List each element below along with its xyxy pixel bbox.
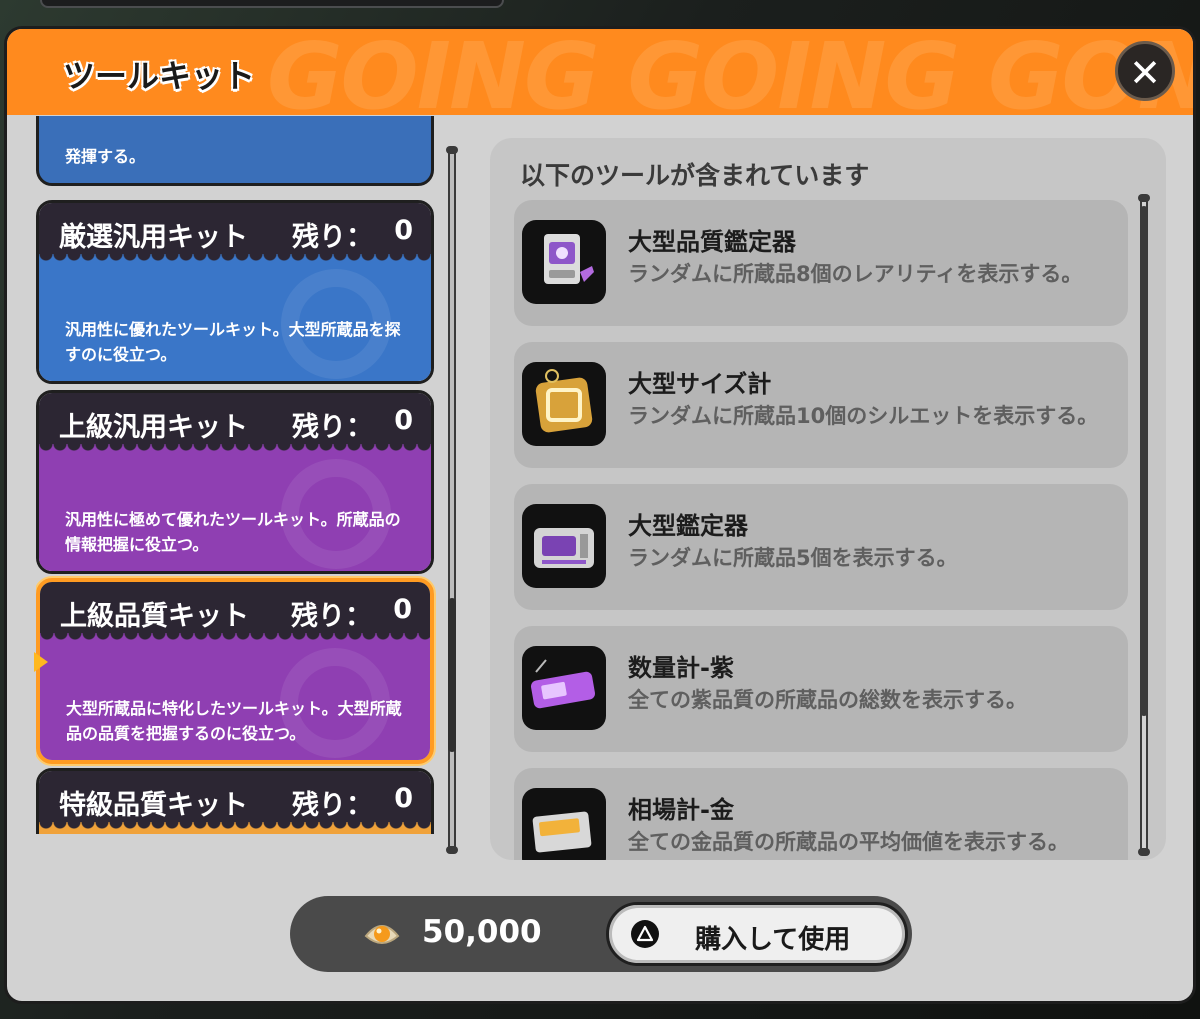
scroll-cap-icon xyxy=(446,846,458,854)
remaining-count: 0 xyxy=(394,215,413,246)
tool-name: 大型品質鑑定器 xyxy=(628,228,796,256)
selection-arrow-icon xyxy=(34,652,48,672)
remaining-label: 残り： xyxy=(292,412,373,443)
pearl-icon xyxy=(362,916,402,952)
triangle-button-icon xyxy=(631,920,659,948)
kit-desc: 大型所蔵品に特化したツールキット。大型所蔵品の品質を把握するのに役立つ。 xyxy=(66,699,402,743)
tool-name: 相場計-金 xyxy=(628,796,734,824)
kit-list-scrollbar[interactable] xyxy=(448,148,456,854)
kit-card-header: 上級品質キット 残り： 0 xyxy=(40,582,430,640)
remaining-label: 残り： xyxy=(292,222,373,253)
scroll-cap-icon xyxy=(446,146,458,154)
background-panel xyxy=(40,0,504,8)
kit-desc: 発揮する。 xyxy=(65,147,146,166)
remaining-count: 0 xyxy=(393,594,412,625)
remaining-count: 0 xyxy=(394,405,413,436)
tool-desc: ランダムに所蔵品5個を表示する。 xyxy=(628,546,958,570)
kit-card[interactable]: 上級汎用キット 残り： 0 汎用性に極めて優れたツールキット。所蔵品の情報把握に… xyxy=(36,390,434,574)
kit-desc: 汎用性に優れたツールキット。大型所蔵品を探すのに役立つ。 xyxy=(65,320,401,364)
kit-card[interactable]: 特級品質キット 残り： 0 xyxy=(36,768,434,834)
kit-card-partial[interactable]: 発揮する。 xyxy=(36,116,434,186)
close-button[interactable]: ✕ xyxy=(1115,41,1175,101)
quality-appraiser-icon xyxy=(522,220,606,304)
purchase-bar: 50,000 購入して使用 xyxy=(290,896,912,972)
tool-name: 数量計-紫 xyxy=(628,654,734,682)
kit-card-body: 汎用性に優れたツールキット。大型所蔵品を探すのに役立つ。 xyxy=(39,254,431,381)
tool-item: 大型サイズ計 ランダムに所蔵品10個のシルエットを表示する。 xyxy=(514,342,1128,468)
buy-and-use-button[interactable]: 購入して使用 xyxy=(606,902,908,966)
modal-title: ツールキット xyxy=(63,57,256,95)
kit-card-header: 特級品質キット 残り： 0 xyxy=(39,771,431,829)
kit-card-header: 上級汎用キット 残り： 0 xyxy=(39,393,431,451)
tool-desc: 全ての金品質の所蔵品の平均価値を表示する。 xyxy=(628,830,1069,854)
tool-panel: 以下のツールが含まれています 大型品質鑑定器 ランダムに所蔵品8個のレアリティを… xyxy=(490,138,1166,860)
tool-item: 数量計-紫 全ての紫品質の所蔵品の総数を表示する。 xyxy=(514,626,1128,752)
tool-panel-heading: 以下のツールが含まれています xyxy=(520,161,870,190)
scroll-cap-icon xyxy=(1138,848,1150,856)
tool-desc: ランダムに所蔵品8個のレアリティを表示する。 xyxy=(628,262,1083,286)
price-value: 50,000 xyxy=(422,914,542,950)
purple-counter-icon xyxy=(522,646,606,730)
remaining-label: 残り： xyxy=(291,601,372,632)
tool-item: 大型鑑定器 ランダムに所蔵品5個を表示する。 xyxy=(514,484,1128,610)
kit-card-body: 大型所蔵品に特化したツールキット。大型所蔵品の品質を把握するのに役立つ。 xyxy=(40,633,430,760)
kit-card[interactable]: 厳選汎用キット 残り： 0 汎用性に優れたツールキット。大型所蔵品を探すのに役立… xyxy=(36,200,434,384)
tool-name: 大型サイズ計 xyxy=(628,370,772,398)
tool-desc: ランダムに所蔵品10個のシルエットを表示する。 xyxy=(628,404,1099,428)
kit-card-body: 汎用性に極めて優れたツールキット。所蔵品の情報把握に役立つ。 xyxy=(39,444,431,571)
kit-card-header: 厳選汎用キット 残り： 0 xyxy=(39,203,431,261)
tool-item: 大型品質鑑定器 ランダムに所蔵品8個のレアリティを表示する。 xyxy=(514,200,1128,326)
remaining-count: 0 xyxy=(394,783,413,814)
scroll-cap-icon xyxy=(1138,194,1150,202)
remaining-label: 残り： xyxy=(292,790,373,821)
gold-price-meter-icon xyxy=(522,788,606,860)
header-watermark: GOING GOING GONE xyxy=(267,29,1193,115)
tool-list-scrollbar[interactable] xyxy=(1140,196,1148,856)
appraiser-icon xyxy=(522,504,606,588)
tool-desc: 全ての紫品質の所蔵品の総数を表示する。 xyxy=(628,688,1027,712)
kit-name: 上級品質キット xyxy=(60,601,249,632)
scroll-thumb[interactable] xyxy=(448,598,456,752)
kit-name: 厳選汎用キット xyxy=(59,222,248,253)
scroll-thumb[interactable] xyxy=(1140,206,1148,716)
kit-name: 上級汎用キット xyxy=(59,412,248,443)
kit-card-selected[interactable]: 上級品質キット 残り： 0 大型所蔵品に特化したツールキット。大型所蔵品の品質を… xyxy=(36,578,434,764)
size-meter-icon xyxy=(522,362,606,446)
tool-item: 相場計-金 全ての金品質の所蔵品の平均価値を表示する。 xyxy=(514,768,1128,860)
buy-button-label: 購入して使用 xyxy=(695,925,851,955)
modal-header: GOING GOING GONE ツールキット ✕ xyxy=(7,29,1193,115)
kit-name: 特級品質キット xyxy=(59,790,248,821)
kit-desc: 汎用性に極めて優れたツールキット。所蔵品の情報把握に役立つ。 xyxy=(65,510,401,554)
tool-name: 大型鑑定器 xyxy=(628,512,748,540)
kit-card-body xyxy=(39,822,431,834)
kit-list: 発揮する。 厳選汎用キット 残り： 0 汎用性に優れたツールキット。大型所蔵品を… xyxy=(36,116,436,834)
